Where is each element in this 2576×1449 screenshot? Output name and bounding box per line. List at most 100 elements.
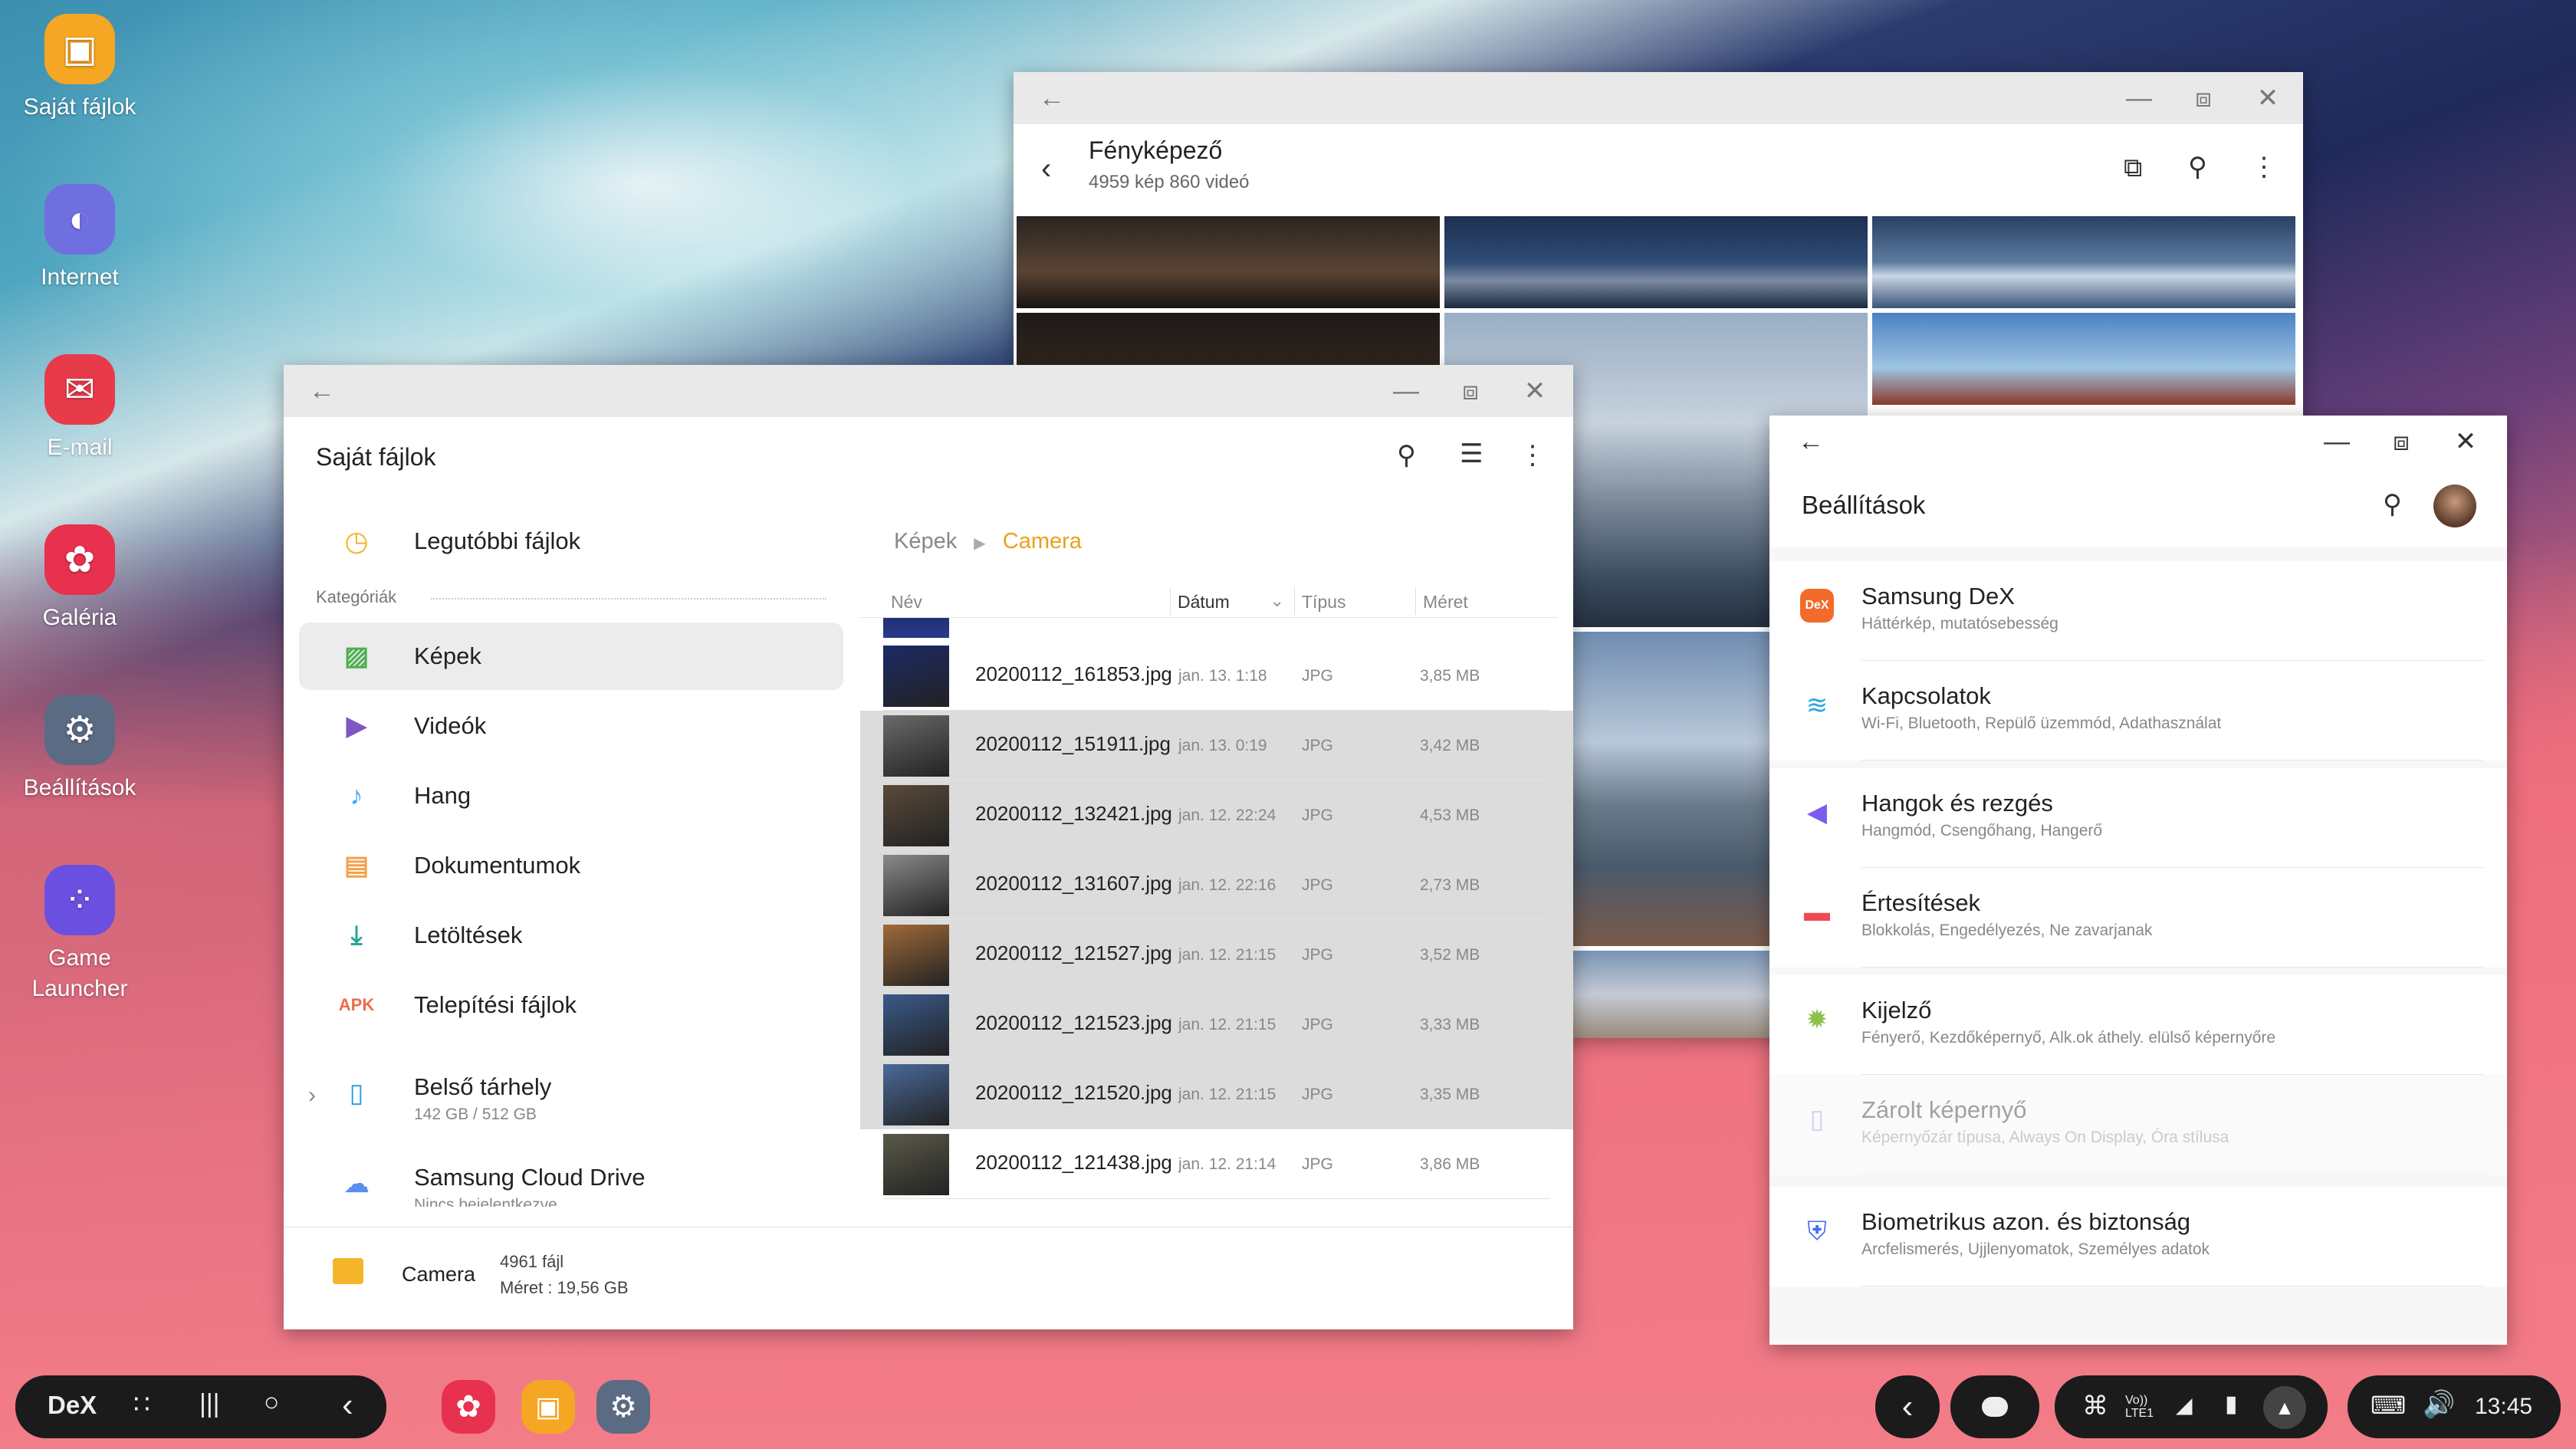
sort-chevron-icon[interactable]: ⌄	[1270, 590, 1284, 611]
table-row[interactable]: 20200112_161936.jpgjan. 13. 1:18JPG3,58 …	[860, 618, 1573, 642]
document-icon: ▤	[343, 851, 370, 880]
gallery-titlebar[interactable]: ← — ⧈ ✕	[1014, 72, 2303, 124]
minimize-icon[interactable]: —	[1391, 376, 1421, 406]
settings-item[interactable]: ≋ Kapcsolatok Wi-Fi, Bluetooth, Repülő üze…	[1769, 661, 2507, 761]
file-thumbnail	[883, 1064, 949, 1125]
my-files-taskbar-icon[interactable]: ▣	[521, 1380, 575, 1434]
settings-titlebar[interactable]: ← — ⧈ ✕	[1769, 416, 2507, 468]
maximize-icon[interactable]: ⧈	[1455, 376, 1486, 406]
file-date: jan. 13. 0:19	[1178, 737, 1267, 754]
maximize-icon[interactable]: ⧈	[2188, 83, 2219, 113]
notifications-button[interactable]	[1950, 1375, 2039, 1438]
breadcrumb-current[interactable]: Camera	[1003, 529, 1082, 554]
desktop-icon-5[interactable]: ⁘ Game Launcher	[11, 865, 149, 1004]
status-indicators[interactable]: ⌘ Vo)) LTE1 ◢ ▮ ▲	[2055, 1375, 2328, 1438]
table-row[interactable]: 20200112_131607.jpg jan. 12. 22:16 JPG 2,73…	[860, 850, 1573, 920]
settings-item[interactable]: ◀ Hangok és rezgés Hangmód, Csengőhang, Ha…	[1769, 768, 2507, 868]
gear-icon: ⚙	[44, 695, 115, 765]
table-row[interactable]: 20200112_121520.jpg jan. 12. 21:15 JPG 3,35…	[860, 1060, 1573, 1129]
back-icon[interactable]: ‹	[342, 1386, 353, 1424]
home-icon[interactable]: ○	[264, 1388, 280, 1418]
keyboard-icon[interactable]: ⌨	[2371, 1391, 2406, 1420]
close-icon[interactable]: ✕	[2252, 83, 2283, 113]
volume-icon[interactable]: 🔊	[2423, 1389, 2455, 1420]
settings-item[interactable]: DeX Samsung DeX Háttérkép, mutatósebesség	[1769, 561, 2507, 661]
type-column-header[interactable]: Típus	[1302, 592, 1346, 613]
settings-item[interactable]: ▯ Zárolt képernyő Képernyőzár típusa, Alwa…	[1769, 1075, 2507, 1175]
photo-thumbnail[interactable]	[1017, 216, 1440, 308]
category-item[interactable]: ▨ Képek	[299, 623, 843, 690]
breadcrumb-parent[interactable]: Képek	[894, 529, 957, 554]
file-type: JPG	[1302, 807, 1333, 824]
search-icon[interactable]: ⚲	[1397, 440, 1416, 471]
clock-icon: ◷	[344, 525, 369, 557]
desktop-icon-2[interactable]: ✉ E-mail	[11, 354, 149, 463]
minimize-icon[interactable]: —	[2321, 426, 2352, 457]
add-to-album-icon[interactable]: ⧉	[2124, 153, 2142, 183]
notification-collapse-button[interactable]: ‹	[1875, 1375, 1940, 1438]
system-tray: ⌨ 🔊 13:45	[2348, 1375, 2561, 1438]
apps-grid-icon[interactable]: ∷	[133, 1389, 150, 1420]
dex-button[interactable]: DeX	[48, 1391, 97, 1420]
maximize-icon[interactable]: ⧈	[2386, 426, 2417, 457]
desktop-icon-4[interactable]: ⚙ Beállítások	[11, 695, 149, 803]
internal-storage-item[interactable]: › ▯ Belső tárhely 142 GB / 512 GB	[299, 1060, 843, 1133]
gallery-taskbar-icon[interactable]: ✿	[442, 1380, 495, 1434]
close-icon[interactable]: ✕	[1520, 376, 1550, 406]
table-row[interactable]: 20200112_151911.jpg jan. 13. 0:19 JPG 3,42 …	[860, 711, 1573, 780]
desktop-icon-0[interactable]: ▣ Saját fájlok	[11, 14, 149, 123]
file-size: 4,53 MB	[1420, 807, 1480, 824]
back-chevron-icon[interactable]: ‹	[1041, 152, 1051, 186]
photo-thumbnail[interactable]	[1444, 216, 1868, 308]
search-icon[interactable]: ⚲	[2188, 152, 2207, 182]
chevron-left-icon: ‹	[1901, 1388, 1914, 1425]
table-row[interactable]: 20200112_132421.jpg jan. 12. 22:24 JPG 4,53…	[860, 780, 1573, 850]
category-item[interactable]: ♪ Hang	[299, 762, 843, 830]
category-label: Telepítési fájlok	[414, 991, 577, 1018]
close-icon[interactable]: ✕	[2450, 426, 2481, 457]
desktop-icon-3[interactable]: ✿ Galéria	[11, 524, 149, 633]
file-size: 2,73 MB	[1420, 876, 1480, 894]
more-options-icon[interactable]: ⋮	[1520, 440, 1546, 471]
back-arrow-icon[interactable]: ←	[307, 376, 337, 406]
expand-chevron-icon[interactable]: ›	[308, 1083, 316, 1109]
more-options-icon[interactable]: ⋮	[2251, 152, 2277, 182]
table-row[interactable]: 20200112_121527.jpg jan. 12. 21:15 JPG 3,52…	[860, 920, 1573, 990]
table-row[interactable]: 20200112_121523.jpg jan. 12. 21:15 JPG 3,33…	[860, 990, 1573, 1060]
name-column-header[interactable]: Név	[891, 592, 922, 613]
album-subtitle: 4959 kép 860 videó	[1089, 172, 1250, 192]
recent-files-item[interactable]: ◷ Legutóbbi fájlok	[299, 508, 843, 575]
cloud-drive-item[interactable]: ☁ Samsung Cloud Drive Nincs bejelentkezv…	[299, 1150, 843, 1207]
clock[interactable]: 13:45	[2475, 1394, 2532, 1420]
network-type-label: Vo)) LTE1	[2125, 1394, 2154, 1420]
table-row[interactable]: 20200112_161853.jpg jan. 13. 1:18 JPG 3,85 …	[860, 641, 1573, 711]
category-item[interactable]: ⤓ Letöltések	[299, 902, 843, 969]
desktop-icon-1[interactable]: ◐ Internet	[11, 184, 149, 293]
settings-item[interactable]: ✹ Kijelző Fényerő, Kezdőképernyő, Alk.ok á…	[1769, 975, 2507, 1075]
settings-item[interactable]: ▬ Értesítések Blokkolás, Engedélyezés, Ne …	[1769, 868, 2507, 968]
files-titlebar[interactable]: ← — ⧈ ✕	[284, 365, 1573, 417]
avatar[interactable]	[2433, 485, 2476, 527]
photo-thumbnail[interactable]	[1872, 313, 2295, 405]
category-item[interactable]: ▶ Videók	[299, 692, 843, 760]
date-column-header[interactable]: Dátum	[1178, 592, 1230, 613]
category-item[interactable]: ▤ Dokumentumok	[299, 832, 843, 899]
minimize-icon[interactable]: —	[2124, 83, 2154, 113]
file-name: 20200112_121438.jpg	[975, 1151, 1172, 1174]
photo-thumbnail[interactable]	[1872, 216, 2295, 308]
search-icon[interactable]: ⚲	[2383, 489, 2402, 520]
back-arrow-icon[interactable]: ←	[1796, 426, 1826, 457]
recent-apps-icon[interactable]: |||	[199, 1389, 220, 1419]
settings-taskbar-icon[interactable]: ⚙	[596, 1380, 650, 1434]
file-date: jan. 12. 22:16	[1178, 876, 1276, 894]
back-arrow-icon[interactable]: ←	[1037, 83, 1067, 113]
list-view-icon[interactable]: ☰	[1460, 439, 1483, 469]
quick-panel-button[interactable]: ▲	[2263, 1386, 2306, 1429]
table-row[interactable]: 20200112_121438.jpg jan. 12. 21:14 JPG 3,86…	[860, 1129, 1573, 1199]
apk-icon: APK	[338, 995, 375, 1014]
settings-item[interactable]: ⛨ Biometrikus azon. és biztonság Arcfelism…	[1769, 1187, 2507, 1286]
category-item[interactable]: APK Telepítési fájlok	[299, 971, 843, 1039]
size-column-header[interactable]: Méret	[1423, 592, 1468, 613]
video-icon: ▶	[346, 711, 367, 741]
file-type: JPG	[1302, 1086, 1333, 1103]
